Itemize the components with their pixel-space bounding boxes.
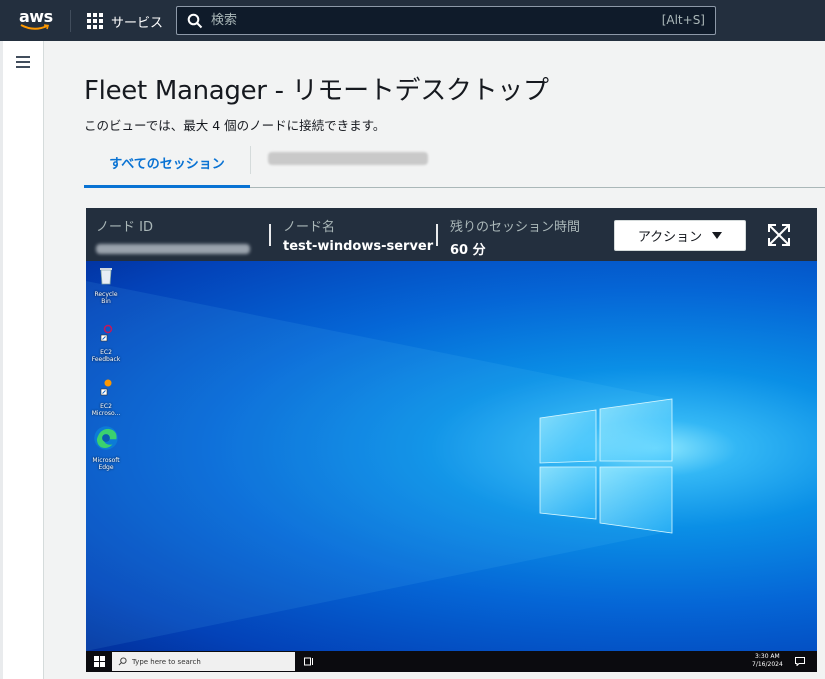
windows-start-icon[interactable] — [94, 656, 105, 667]
session-time-value: 60 分 — [450, 243, 486, 258]
recycle-bin-icon — [100, 268, 112, 285]
desktop-icon-edge[interactable]: Microsoft Edge — [89, 425, 123, 471]
side-edge — [0, 41, 3, 679]
caret-down-icon — [712, 232, 723, 239]
session-time-label: 残りのセッション時間 — [450, 220, 581, 235]
desktop-icon-ec2-feedback[interactable]: EC2 Feedback — [89, 323, 123, 363]
notification-icon[interactable] — [795, 657, 805, 666]
ec2-microsoft-icon — [100, 379, 112, 396]
session-time-column: 残りのセッション時間 60 分 — [450, 216, 580, 258]
nav-divider — [70, 10, 71, 32]
search-shortcut-hint: [Alt+S] — [661, 13, 705, 27]
node-name-value: test-windows-server — [283, 239, 434, 254]
desktop-icon-label: EC2 Microso... — [91, 403, 121, 417]
node-id-column: ノード ID — [96, 216, 250, 254]
search-bar[interactable]: [Alt+S] — [176, 6, 716, 35]
task-view-icon[interactable] — [304, 657, 314, 666]
page-subtitle: このビューでは、最大 4 個のノードに接続できます。 — [84, 118, 386, 133]
desktop-icon-label: Recycle Bin — [94, 291, 118, 305]
actions-label: アクション — [637, 230, 703, 245]
tab-all-sessions[interactable]: すべてのセッション — [84, 140, 250, 188]
fullscreen-icon[interactable] — [766, 222, 792, 248]
actions-dropdown-button[interactable]: アクション — [614, 220, 746, 251]
remote-desktop-screen[interactable]: Recycle Bin EC2 Feedback EC2 Microso... — [86, 261, 817, 651]
taskbar-search-placeholder: Type here to search — [132, 657, 201, 666]
ec2-feedback-icon — [100, 324, 113, 342]
search-icon — [118, 657, 127, 666]
page-title: Fleet Manager - リモートデスクトップ — [84, 76, 549, 106]
tab-separator — [250, 146, 251, 174]
windows-logo-wallpaper — [86, 281, 673, 651]
remote-session-panel: ノード ID ノード名 test-windows-server 残りのセッション… — [86, 208, 817, 672]
windows-taskbar: Type here to search 3:30 AM 7/16/2024 — [86, 651, 817, 672]
taskbar-clock[interactable]: 3:30 AM 7/16/2024 — [752, 653, 783, 669]
node-name-label: ノード名 — [283, 220, 336, 235]
grid-icon — [87, 13, 103, 29]
search-icon — [187, 13, 203, 29]
desktop-icon-recycle-bin[interactable]: Recycle Bin — [89, 265, 123, 305]
edge-icon — [94, 426, 118, 450]
desktop-icon-label: EC2 Feedback — [91, 349, 121, 363]
node-name-column: ノード名 test-windows-server — [283, 216, 433, 254]
aws-smile-icon — [20, 24, 50, 30]
services-menu-button[interactable]: サービス — [87, 12, 164, 31]
menu-icon[interactable] — [16, 56, 30, 68]
top-navigation: aws サービス [Alt+S] — [0, 0, 825, 41]
tab-redacted-session[interactable] — [268, 152, 428, 165]
clock-time: 3:30 AM — [755, 653, 780, 660]
session-header: ノード ID ノード名 test-windows-server 残りのセッション… — [86, 208, 817, 261]
header-separator — [436, 224, 438, 246]
node-id-label: ノード ID — [96, 220, 153, 235]
aws-logo[interactable]: aws — [18, 7, 54, 33]
taskbar-search-box[interactable]: Type here to search — [112, 652, 295, 671]
desktop-icon-ec2-microsoft[interactable]: EC2 Microso... — [89, 377, 123, 417]
search-input[interactable] — [211, 10, 611, 31]
clock-date: 7/16/2024 — [752, 661, 783, 668]
services-label: サービス — [111, 15, 164, 31]
session-tabs: すべてのセッション — [84, 140, 825, 188]
desktop-icon-label: Microsoft Edge — [92, 457, 120, 471]
header-separator — [269, 224, 271, 246]
side-navigation-rail — [0, 41, 44, 679]
node-id-value-redacted — [96, 244, 250, 254]
